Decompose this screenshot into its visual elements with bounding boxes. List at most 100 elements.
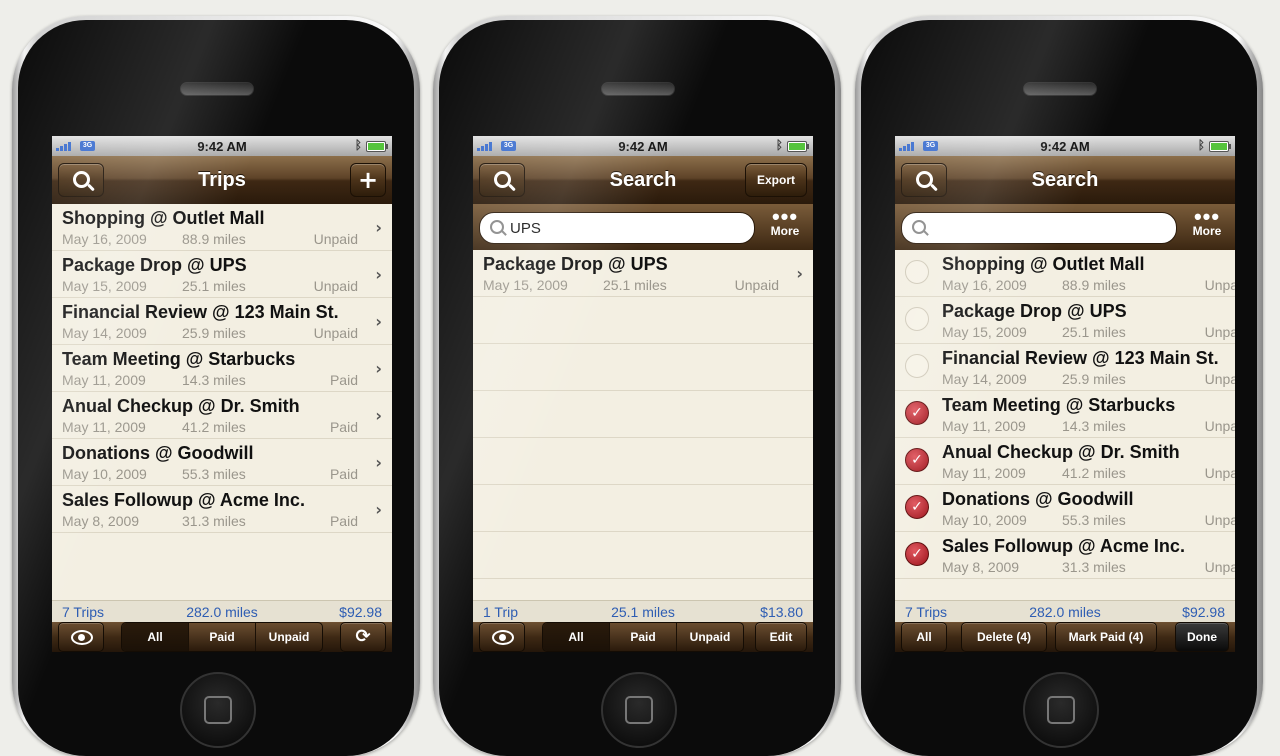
search-input[interactable] bbox=[932, 213, 1168, 243]
trip-row[interactable]: Donations @ Goodwill May 10, 2009 55.3 mil… bbox=[52, 439, 392, 486]
total-amount: $13.80 bbox=[760, 604, 803, 620]
trip-row[interactable]: Package Drop @ UPS May 15, 2009 25.1 miles… bbox=[895, 297, 1235, 344]
more-button[interactable]: ••• More bbox=[763, 206, 807, 246]
filter-paid[interactable]: Paid bbox=[189, 623, 256, 651]
trip-miles: 41.2 miles bbox=[182, 419, 246, 435]
trip-date: May 11, 2009 bbox=[62, 419, 146, 435]
edit-button[interactable]: Edit bbox=[755, 622, 807, 652]
trip-title: Anual Checkup @ Dr. Smith bbox=[942, 442, 1180, 462]
filter-all[interactable]: All bbox=[543, 623, 610, 651]
more-button[interactable]: ••• More bbox=[1185, 206, 1229, 246]
search-bar: ••• More bbox=[473, 204, 813, 250]
summary-bar: 7 Trips 282.0 miles $92.98 bbox=[895, 600, 1235, 623]
trip-row[interactable]: Financial Review @ 123 Main St. May 14, 2… bbox=[52, 298, 392, 345]
trip-miles: 55.3 miles bbox=[1062, 512, 1126, 528]
trip-row[interactable]: ✓ Team Meeting @ Starbucks May 11, 2009 14.… bbox=[895, 391, 1235, 438]
status-bar: 3G 9:42 AM ᛒ bbox=[895, 136, 1235, 156]
filter-segmented-control: All Paid Unpaid bbox=[542, 622, 744, 652]
trip-status: Unpaid bbox=[1204, 465, 1235, 481]
search-button[interactable] bbox=[58, 163, 104, 197]
summary-bar: 1 Trip 25.1 miles $13.80 bbox=[473, 600, 813, 623]
nav-bar: Search Export bbox=[473, 156, 813, 205]
total-amount: $92.98 bbox=[1182, 604, 1225, 620]
bottom-toolbar: All Paid Unpaid ⟳ bbox=[52, 622, 392, 652]
refresh-icon: ⟳ bbox=[355, 626, 371, 647]
search-icon bbox=[73, 171, 90, 188]
bluetooth-icon: ᛒ bbox=[775, 138, 783, 152]
trip-status: Unpaid bbox=[313, 278, 358, 294]
trip-miles: 31.3 miles bbox=[182, 513, 246, 529]
trip-row[interactable]: Shopping @ Outlet Mall May 16, 2009 88.9 m… bbox=[895, 250, 1235, 297]
mark-paid-button[interactable]: Mark Paid (4) bbox=[1055, 622, 1157, 652]
filter-all[interactable]: All bbox=[122, 623, 189, 651]
phone-bezel: 3G 9:42 AM ᛒ Search Export ••• More bbox=[439, 20, 835, 756]
phone-bezel: 3G 9:42 AM ᛒ Search ••• More Shopping @ … bbox=[861, 20, 1257, 756]
filter-unpaid[interactable]: Unpaid bbox=[256, 623, 322, 651]
home-button[interactable] bbox=[601, 672, 677, 748]
trip-miles: 14.3 miles bbox=[182, 372, 246, 388]
battery-icon bbox=[366, 141, 388, 152]
refresh-button[interactable]: ⟳ bbox=[340, 622, 386, 652]
trip-title: Sales Followup @ Acme Inc. bbox=[62, 490, 305, 510]
trip-row[interactable]: Package Drop @ UPS May 15, 2009 25.1 miles… bbox=[52, 251, 392, 298]
checkmark-icon[interactable]: ✓ bbox=[905, 448, 929, 472]
trip-date: May 14, 2009 bbox=[62, 325, 147, 341]
trip-row[interactable]: Shopping @ Outlet Mall May 16, 2009 88.9 m… bbox=[52, 204, 392, 251]
trip-row[interactable]: Anual Checkup @ Dr. Smith May 11, 2009 41.… bbox=[52, 392, 392, 439]
export-button[interactable]: Export bbox=[745, 163, 807, 197]
trip-status: Unpaid bbox=[313, 231, 358, 247]
screen-edit: 3G 9:42 AM ᛒ Search ••• More Shopping @ … bbox=[895, 136, 1235, 652]
trip-row[interactable]: ✓ Anual Checkup @ Dr. Smith May 11, 2009 41… bbox=[895, 438, 1235, 485]
trip-miles: 25.9 miles bbox=[1062, 371, 1126, 387]
search-button[interactable] bbox=[901, 163, 947, 197]
delete-button[interactable]: Delete (4) bbox=[961, 622, 1047, 652]
checkmark-icon[interactable]: ✓ bbox=[905, 401, 929, 425]
more-label: More bbox=[1192, 224, 1222, 238]
select-all-button[interactable]: All bbox=[901, 622, 947, 652]
trip-date: May 10, 2009 bbox=[62, 466, 147, 482]
view-button[interactable] bbox=[58, 622, 104, 652]
trip-row[interactable]: Team Meeting @ Starbucks May 11, 2009 14.3… bbox=[52, 345, 392, 392]
nav-title: Search bbox=[1031, 169, 1099, 191]
trip-row[interactable]: Sales Followup @ Acme Inc. May 8, 2009 31.… bbox=[52, 486, 392, 533]
search-input[interactable] bbox=[510, 213, 746, 243]
trip-miles: 25.1 miles bbox=[1062, 324, 1126, 340]
unchecked-circle-icon[interactable] bbox=[905, 307, 929, 331]
add-trip-button[interactable]: + bbox=[350, 163, 386, 197]
trip-row[interactable]: Package Drop @ UPS May 15, 2009 25.1 miles… bbox=[473, 250, 813, 297]
view-button[interactable] bbox=[479, 622, 525, 652]
trip-date: May 16, 2009 bbox=[942, 277, 1027, 293]
trip-status: Unpaid bbox=[313, 325, 358, 341]
unchecked-circle-icon[interactable] bbox=[905, 354, 929, 378]
phone-search: 3G 9:42 AM ᛒ Search Export ••• More bbox=[433, 16, 841, 756]
chevron-right-icon: › bbox=[375, 265, 382, 284]
filter-paid[interactable]: Paid bbox=[610, 623, 677, 651]
trip-title: Package Drop @ UPS bbox=[62, 255, 247, 275]
home-button[interactable] bbox=[1023, 672, 1099, 748]
bottom-toolbar: All Paid Unpaid Edit bbox=[473, 622, 813, 652]
checkmark-icon[interactable]: ✓ bbox=[905, 542, 929, 566]
screen-trips: 3G 9:42 AM ᛒ Trips + Shopping @ Outlet M… bbox=[52, 136, 392, 652]
checkmark-icon[interactable]: ✓ bbox=[905, 495, 929, 519]
trip-title: Anual Checkup @ Dr. Smith bbox=[62, 396, 300, 416]
total-amount: $92.98 bbox=[339, 604, 382, 620]
trip-row[interactable]: Financial Review @ 123 Main St. May 14, 2… bbox=[895, 344, 1235, 391]
nav-title: Trips bbox=[198, 169, 246, 191]
trip-title: Package Drop @ UPS bbox=[942, 301, 1127, 321]
search-icon bbox=[916, 171, 933, 188]
trip-row[interactable]: ✓ Donations @ Goodwill May 10, 2009 55.3 mi… bbox=[895, 485, 1235, 532]
search-button[interactable] bbox=[479, 163, 525, 197]
phone-edit: 3G 9:42 AM ᛒ Search ••• More Shopping @ … bbox=[855, 16, 1263, 756]
trip-row[interactable]: ✓ Sales Followup @ Acme Inc. May 8, 2009 31… bbox=[895, 532, 1235, 579]
trip-miles: 14.3 miles bbox=[1062, 418, 1126, 434]
trip-title: Donations @ Goodwill bbox=[62, 443, 254, 463]
empty-row bbox=[473, 344, 813, 391]
filter-unpaid[interactable]: Unpaid bbox=[677, 623, 743, 651]
done-button[interactable]: Done bbox=[1175, 622, 1229, 652]
unchecked-circle-icon[interactable] bbox=[905, 260, 929, 284]
search-icon bbox=[494, 171, 511, 188]
earpiece-speaker bbox=[601, 82, 675, 96]
home-button[interactable] bbox=[180, 672, 256, 748]
trip-status: Paid bbox=[329, 513, 358, 529]
status-time: 9:42 AM bbox=[197, 139, 247, 154]
